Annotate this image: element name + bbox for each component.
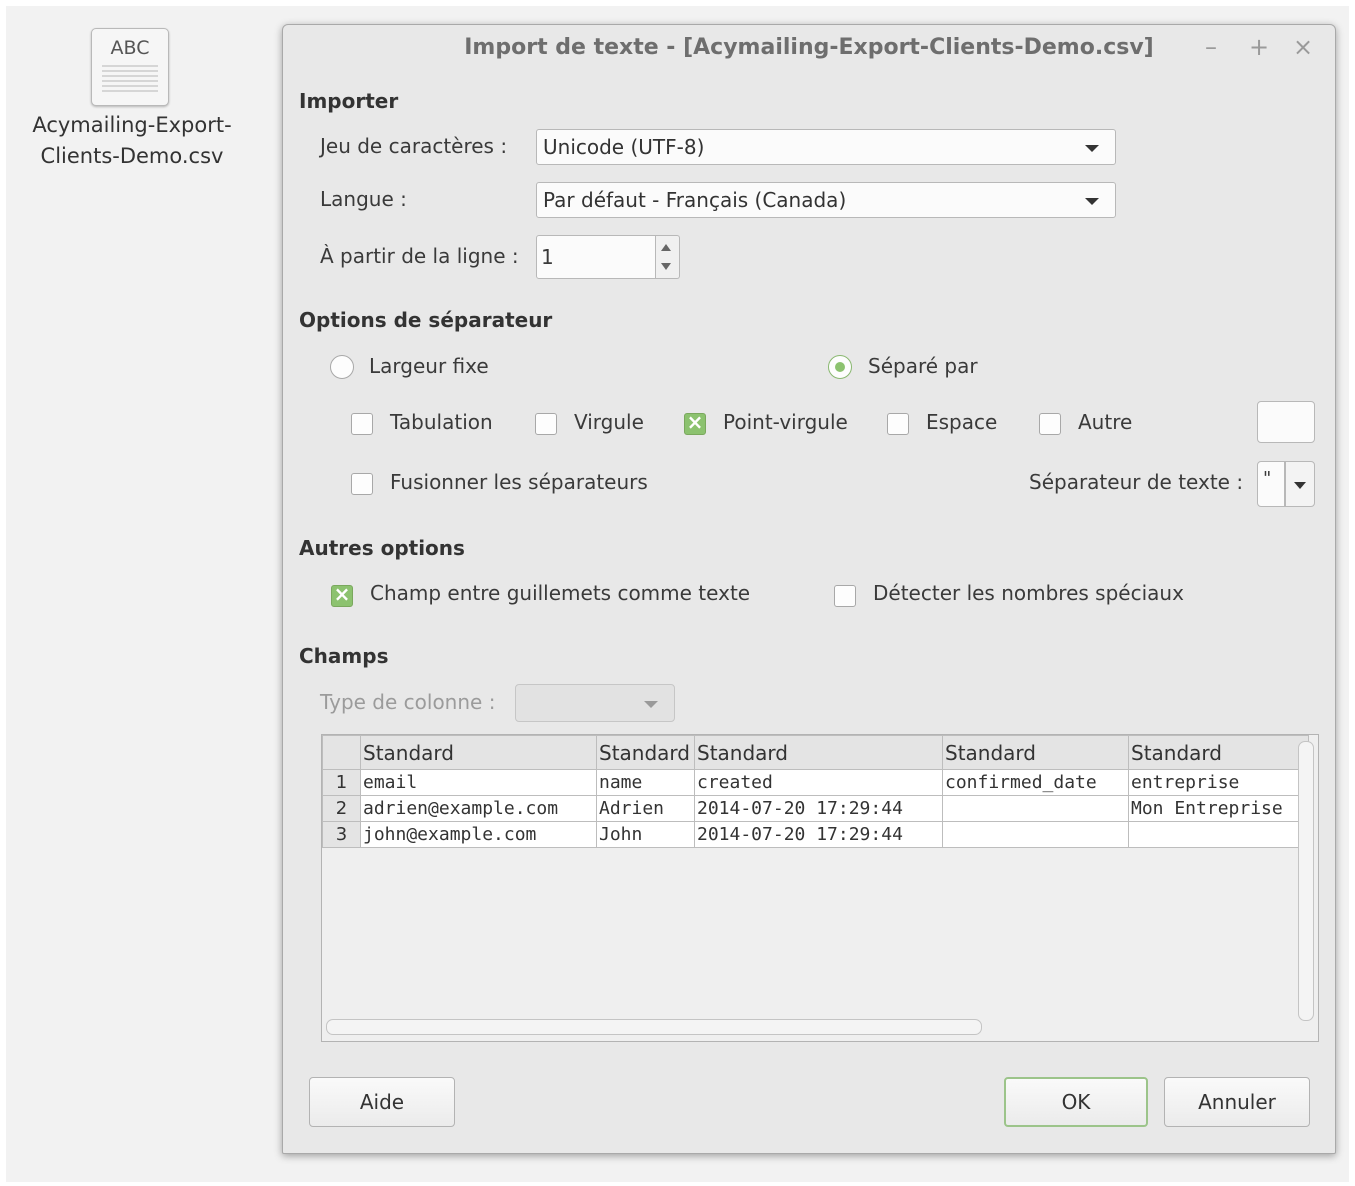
column-header[interactable]: Standard <box>360 735 597 770</box>
other-checkbox[interactable] <box>1039 413 1061 435</box>
arrow-down-icon[interactable] <box>661 263 671 270</box>
other-label[interactable]: Autre <box>1078 410 1132 434</box>
cell: Adrien <box>596 795 695 822</box>
cell: created <box>694 769 943 796</box>
cell: confirmed_date <box>942 769 1129 796</box>
title-bar[interactable]: Import de texte - [Acymailing-Export-Cli… <box>283 25 1335 73</box>
merge-delimiters-label[interactable]: Fusionner les séparateurs <box>390 470 648 494</box>
table-row: 3 john@example.com John 2014-07-20 17:29… <box>322 821 1309 848</box>
text-delimiter-input[interactable]: " <box>1257 461 1285 507</box>
semicolon-label[interactable]: Point-virgule <box>723 410 848 434</box>
dialog-title: Import de texte - [Acymailing-Export-Cli… <box>464 35 1154 60</box>
other-separator-input[interactable] <box>1257 401 1315 443</box>
semicolon-checkbox[interactable] <box>684 410 706 435</box>
separated-by-label[interactable]: Séparé par <box>868 354 978 378</box>
charset-value: Unicode (UTF-8) <box>543 135 705 159</box>
ok-button[interactable]: OK <box>1004 1077 1148 1127</box>
from-line-value: 1 <box>541 245 554 269</box>
chevron-down-icon <box>1085 145 1099 152</box>
separator-options-heading: Options de séparateur <box>299 308 553 332</box>
importer-heading: Importer <box>299 89 399 113</box>
maximize-button[interactable]: + <box>1249 33 1269 61</box>
quoted-as-text-checkbox[interactable] <box>331 582 353 607</box>
chevron-down-icon <box>1085 198 1099 205</box>
detect-special-numbers-checkbox[interactable] <box>834 585 856 607</box>
table-row: 2 adrien@example.com Adrien 2014-07-20 1… <box>322 795 1309 822</box>
corner-cell <box>322 735 361 770</box>
fixed-width-radio[interactable] <box>330 355 354 379</box>
file-name-line1: Acymailing-Export- <box>32 113 232 137</box>
cell: entreprise <box>1128 769 1309 796</box>
from-line-label: À partir de la ligne : <box>320 244 519 268</box>
minimize-button[interactable]: – <box>1205 33 1217 61</box>
charset-label: Jeu de caractères : <box>320 134 508 158</box>
text-delimiter-label: Séparateur de texte : <box>1029 470 1244 494</box>
text-delimiter-value: " <box>1263 468 1272 489</box>
horizontal-scrollbar[interactable] <box>326 1019 982 1035</box>
tab-checkbox[interactable] <box>351 413 373 435</box>
column-type-label: Type de colonne : <box>320 690 496 714</box>
text-import-dialog: Import de texte - [Acymailing-Export-Cli… <box>282 24 1336 1154</box>
row-number: 1 <box>322 769 361 796</box>
cell: 2014-07-20 17:29:44 <box>694 795 943 822</box>
cell: email <box>360 769 597 796</box>
close-button[interactable]: × <box>1293 33 1313 61</box>
row-number: 3 <box>322 821 361 848</box>
row-number: 2 <box>322 795 361 822</box>
help-button[interactable]: Aide <box>309 1077 455 1127</box>
fields-preview[interactable]: Standard Standard Standard Standard Stan… <box>321 734 1319 1042</box>
from-line-input[interactable]: 1 <box>536 235 656 279</box>
file-icon-text: ABC <box>110 37 150 59</box>
charset-select[interactable]: Unicode (UTF-8) <box>536 129 1116 165</box>
fixed-width-label[interactable]: Largeur fixe <box>369 354 489 378</box>
column-header[interactable]: Standard <box>942 735 1129 770</box>
column-header[interactable]: Standard <box>694 735 943 770</box>
file-name-label[interactable]: Acymailing-Export- Clients-Demo.csv <box>20 110 244 172</box>
tab-label[interactable]: Tabulation <box>390 410 493 434</box>
cell <box>942 795 1129 822</box>
cell: John <box>596 821 695 848</box>
detect-special-numbers-label[interactable]: Détecter les nombres spéciaux <box>873 581 1184 605</box>
file-icon-lines <box>102 65 158 95</box>
csv-file-icon[interactable]: ABC <box>90 28 170 106</box>
from-line-stepper[interactable]: 1 <box>536 235 682 279</box>
comma-checkbox[interactable] <box>535 413 557 435</box>
arrow-up-icon[interactable] <box>661 244 671 251</box>
language-select[interactable]: Par défaut - Français (Canada) <box>536 182 1116 218</box>
cell <box>1128 821 1309 848</box>
language-label: Langue : <box>320 187 407 211</box>
preview-table: Standard Standard Standard Standard Stan… <box>322 735 1309 848</box>
stepper-buttons[interactable] <box>656 235 680 279</box>
other-options-heading: Autres options <box>299 536 465 560</box>
cell: Mon Entreprise <box>1128 795 1309 822</box>
cell: john@example.com <box>360 821 597 848</box>
spreadsheet-file-icon: ABC <box>91 28 169 106</box>
cell: adrien@example.com <box>360 795 597 822</box>
column-header[interactable]: Standard <box>596 735 695 770</box>
merge-delimiters-checkbox[interactable] <box>351 473 373 495</box>
fields-heading: Champs <box>299 644 389 668</box>
chevron-down-icon[interactable] <box>1285 461 1315 507</box>
column-type-select[interactable] <box>515 684 675 722</box>
language-value: Par défaut - Français (Canada) <box>543 188 847 212</box>
quoted-as-text-label[interactable]: Champ entre guillemets comme texte <box>370 581 750 605</box>
table-row: 1 email name created confirmed_date entr… <box>322 769 1309 796</box>
space-label[interactable]: Espace <box>926 410 997 434</box>
file-name-line2: Clients-Demo.csv <box>40 144 224 168</box>
column-header[interactable]: Standard <box>1128 735 1309 770</box>
cell: name <box>596 769 695 796</box>
separated-by-radio[interactable] <box>828 355 852 379</box>
cancel-button[interactable]: Annuler <box>1164 1077 1310 1127</box>
comma-label[interactable]: Virgule <box>574 410 644 434</box>
text-delimiter-combo[interactable]: " <box>1257 461 1315 507</box>
space-checkbox[interactable] <box>887 413 909 435</box>
vertical-scrollbar[interactable] <box>1298 741 1314 1021</box>
cell: 2014-07-20 17:29:44 <box>694 821 943 848</box>
cell <box>942 821 1129 848</box>
